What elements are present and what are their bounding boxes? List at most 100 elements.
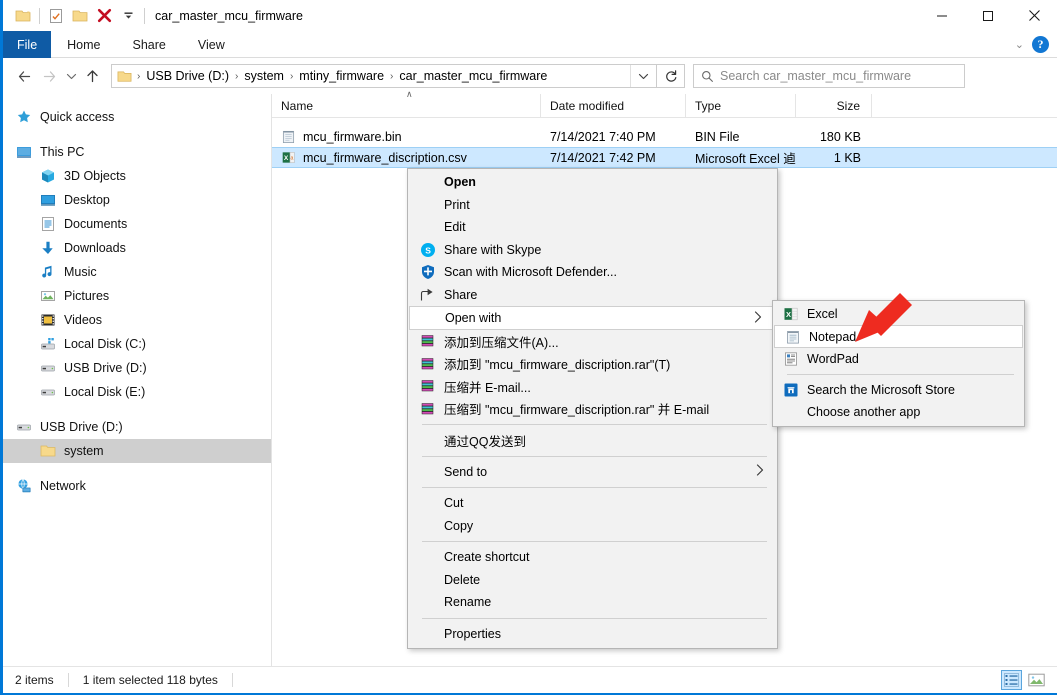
- sidebar-item-label: USB Drive (D:): [40, 420, 123, 434]
- submenu-item-excel[interactable]: X Excel: [773, 303, 1024, 325]
- new-folder-icon[interactable]: [68, 4, 92, 28]
- tab-share[interactable]: Share: [117, 31, 182, 58]
- column-header-date-modified[interactable]: Date modified: [541, 93, 686, 118]
- table-row[interactable]: Xa mcu_firmware_discription.csv 7/14/202…: [272, 147, 1057, 168]
- menu-item-rename[interactable]: Rename: [408, 591, 777, 614]
- tab-file[interactable]: File: [3, 31, 52, 58]
- column-header-size[interactable]: Size: [796, 93, 872, 118]
- svg-text:S: S: [425, 245, 431, 255]
- search-box[interactable]: Search car_master_mcu_firmware: [693, 64, 965, 88]
- skype-icon: S: [419, 241, 437, 259]
- menu-item-create-shortcut[interactable]: Create shortcut: [408, 546, 777, 569]
- quick-access-toolbar: car_master_mcu_firmware: [3, 4, 303, 28]
- notepad-icon: [784, 328, 802, 346]
- submenu-item-notepad[interactable]: Notepad: [774, 325, 1023, 348]
- wordpad-icon: [782, 350, 800, 368]
- refresh-button[interactable]: [657, 64, 685, 88]
- sidebar-item-local-disk-c[interactable]: Local Disk (C:): [3, 332, 271, 356]
- tab-view[interactable]: View: [182, 31, 241, 58]
- winrar-icon: [419, 400, 437, 418]
- file-name-label: mcu_firmware.bin: [303, 129, 402, 144]
- sidebar-item-desktop[interactable]: Desktop: [3, 188, 271, 212]
- menu-item-edit[interactable]: Edit: [408, 216, 777, 239]
- sidebar-item-downloads[interactable]: Downloads: [3, 236, 271, 260]
- customize-chevron-icon[interactable]: [116, 4, 140, 28]
- sidebar-item-music[interactable]: Music: [3, 260, 271, 284]
- sidebar-item-documents[interactable]: Documents: [3, 212, 271, 236]
- sidebar-item-system[interactable]: system: [3, 439, 271, 463]
- context-menu[interactable]: Open Print Edit S Share with Skype Scan …: [407, 168, 778, 649]
- sidebar-item-label: Music: [64, 265, 97, 279]
- file-type-cell: Microsoft Excel 逌...: [695, 152, 796, 166]
- window-controls: [919, 0, 1057, 31]
- close-button[interactable]: [1011, 0, 1057, 31]
- sidebar-item-quick-access[interactable]: Quick access: [3, 105, 271, 129]
- menu-item-delete[interactable]: Delete: [408, 569, 777, 592]
- sidebar-item-label: USB Drive (D:): [64, 361, 147, 375]
- menu-item-properties[interactable]: Properties: [408, 623, 777, 646]
- minimize-button[interactable]: [919, 0, 965, 31]
- menu-item-winrar-add-to-archive[interactable]: 添加到压缩文件(A)...: [408, 330, 777, 353]
- sidebar-item-network[interactable]: Network: [3, 474, 271, 498]
- menu-item-send-via-qq[interactable]: 通过QQ发送到: [408, 429, 777, 452]
- folder-icon[interactable]: [11, 4, 35, 28]
- up-button[interactable]: [80, 61, 105, 91]
- menu-item-label: Properties: [444, 626, 501, 641]
- column-header-type[interactable]: Type: [686, 93, 796, 118]
- computer-icon: [15, 144, 32, 161]
- menu-item-cut[interactable]: Cut: [408, 492, 777, 515]
- submenu-item-wordpad[interactable]: WordPad: [773, 348, 1024, 370]
- breadcrumb-item-usb-drive[interactable]: USB Drive (D:): [142, 69, 233, 83]
- sidebar-item-local-disk-e[interactable]: Local Disk (E:): [3, 380, 271, 404]
- sidebar-item-label: Downloads: [64, 241, 126, 255]
- file-list-top-spacer: [272, 118, 1057, 126]
- status-separator: [67, 673, 69, 687]
- tab-home[interactable]: Home: [51, 31, 116, 58]
- open-with-submenu[interactable]: X Excel Notepad WordPad Search the Micro…: [772, 300, 1025, 427]
- recent-locations-button[interactable]: [62, 61, 80, 91]
- details-view-button[interactable]: [1001, 670, 1022, 690]
- search-input[interactable]: Search car_master_mcu_firmware: [720, 69, 911, 83]
- menu-item-copy[interactable]: Copy: [408, 515, 777, 538]
- menu-item-winrar-compress-and-email[interactable]: 压缩并 E-mail...: [408, 375, 777, 398]
- breadcrumb-item-mtiny-firmware[interactable]: mtiny_firmware: [295, 69, 388, 83]
- collapse-ribbon-icon[interactable]: ⌄: [1009, 38, 1030, 51]
- svg-text:X: X: [284, 155, 289, 162]
- file-size-cell: 180 KB: [819, 129, 861, 144]
- sidebar-item-videos[interactable]: Videos: [3, 308, 271, 332]
- menu-item-winrar-compress-to-named-rar-and-email[interactable]: 压缩到 "mcu_firmware_discription.rar" 并 E-m…: [408, 398, 777, 421]
- address-bar[interactable]: › USB Drive (D:) › system › mtiny_firmwa…: [111, 64, 657, 88]
- address-dropdown-icon[interactable]: [630, 65, 656, 87]
- properties-icon[interactable]: [44, 4, 68, 28]
- back-button[interactable]: [12, 61, 37, 91]
- column-headers: ∧ Name Date modified Type Size: [272, 89, 1057, 118]
- maximize-button[interactable]: [965, 0, 1011, 31]
- menu-item-open[interactable]: Open: [408, 171, 777, 194]
- sidebar-item-this-pc[interactable]: This PC: [3, 140, 271, 164]
- submenu-item-search-microsoft-store[interactable]: Search the Microsoft Store: [773, 379, 1024, 401]
- sidebar-item-3d-objects[interactable]: 3D Objects: [3, 164, 271, 188]
- menu-item-share[interactable]: Share: [408, 284, 777, 307]
- table-row[interactable]: mcu_firmware.bin 7/14/2021 7:40 PM BIN F…: [272, 126, 1057, 147]
- file-size-cell: 1 KB: [833, 150, 861, 165]
- sidebar-item-usb-drive-d[interactable]: USB Drive (D:): [3, 356, 271, 380]
- sidebar-item-usb-drive-d-root[interactable]: USB Drive (D:): [3, 415, 271, 439]
- menu-item-send-to[interactable]: Send to: [408, 461, 777, 484]
- forward-button[interactable]: [37, 61, 62, 91]
- menu-item-open-with[interactable]: Open with: [409, 306, 776, 330]
- breadcrumb-item-car-master-mcu-firmware[interactable]: car_master_mcu_firmware: [395, 69, 551, 83]
- navigation-pane[interactable]: Quick access This PC 3D Objects Desktop …: [3, 94, 272, 666]
- menu-item-scan-with-defender[interactable]: Scan with Microsoft Defender...: [408, 261, 777, 284]
- large-icons-view-button[interactable]: [1026, 670, 1047, 690]
- sidebar-item-pictures[interactable]: Pictures: [3, 284, 271, 308]
- menu-item-print[interactable]: Print: [408, 194, 777, 217]
- menu-item-winrar-add-to-named-rar[interactable]: 添加到 "mcu_firmware_discription.rar"(T): [408, 353, 777, 376]
- submenu-item-choose-another-app[interactable]: Choose another app: [773, 401, 1024, 423]
- menu-separator: [422, 424, 767, 425]
- delete-icon[interactable]: [92, 4, 116, 28]
- menu-item-share-with-skype[interactable]: S Share with Skype: [408, 239, 777, 262]
- help-icon[interactable]: ?: [1032, 36, 1049, 53]
- column-header-name[interactable]: ∧ Name: [272, 89, 541, 118]
- breadcrumb-item-system[interactable]: system: [240, 69, 288, 83]
- svg-text:a: a: [290, 156, 293, 162]
